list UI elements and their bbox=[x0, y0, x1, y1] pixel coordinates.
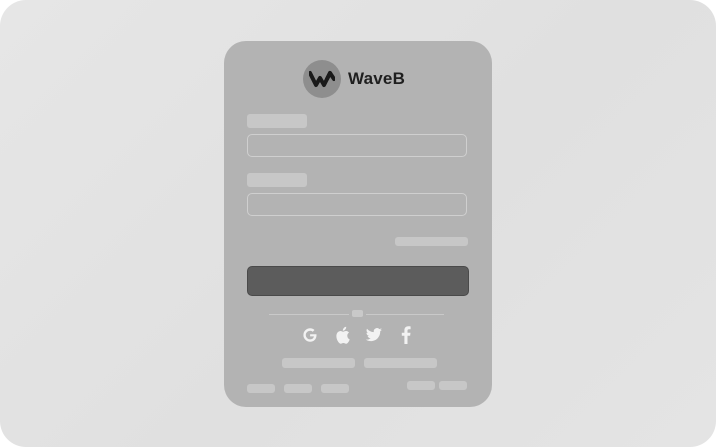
google-login-button[interactable] bbox=[300, 325, 320, 345]
footer-link-4[interactable] bbox=[407, 381, 435, 390]
facebook-icon bbox=[401, 326, 411, 344]
sign-in-button[interactable] bbox=[247, 266, 469, 296]
twitter-icon bbox=[365, 328, 382, 342]
twitter-login-button[interactable] bbox=[364, 325, 384, 345]
divider-right bbox=[366, 314, 444, 315]
footer-link-5[interactable] bbox=[439, 381, 467, 390]
apple-icon bbox=[336, 326, 350, 344]
password-label-placeholder bbox=[247, 173, 307, 187]
username-label-placeholder bbox=[247, 114, 307, 128]
brand-logo bbox=[303, 60, 341, 98]
secondary-link-right[interactable] bbox=[364, 358, 437, 368]
footer-link-3[interactable] bbox=[321, 384, 349, 393]
footer-link-2[interactable] bbox=[284, 384, 312, 393]
brand-name: WaveB bbox=[348, 69, 406, 88]
apple-login-button[interactable] bbox=[332, 325, 352, 345]
wave-logo-icon bbox=[309, 71, 335, 87]
username-input[interactable] bbox=[247, 134, 467, 157]
facebook-login-button[interactable] bbox=[396, 325, 416, 345]
divider-label bbox=[352, 310, 363, 317]
forgot-password-link[interactable] bbox=[395, 237, 468, 246]
password-input[interactable] bbox=[247, 193, 467, 216]
footer-link-1[interactable] bbox=[247, 384, 275, 393]
google-icon bbox=[303, 328, 317, 342]
app-frame: WaveB bbox=[0, 0, 716, 447]
divider-left bbox=[269, 314, 349, 315]
secondary-link-left[interactable] bbox=[282, 358, 355, 368]
login-card: WaveB bbox=[224, 41, 492, 407]
